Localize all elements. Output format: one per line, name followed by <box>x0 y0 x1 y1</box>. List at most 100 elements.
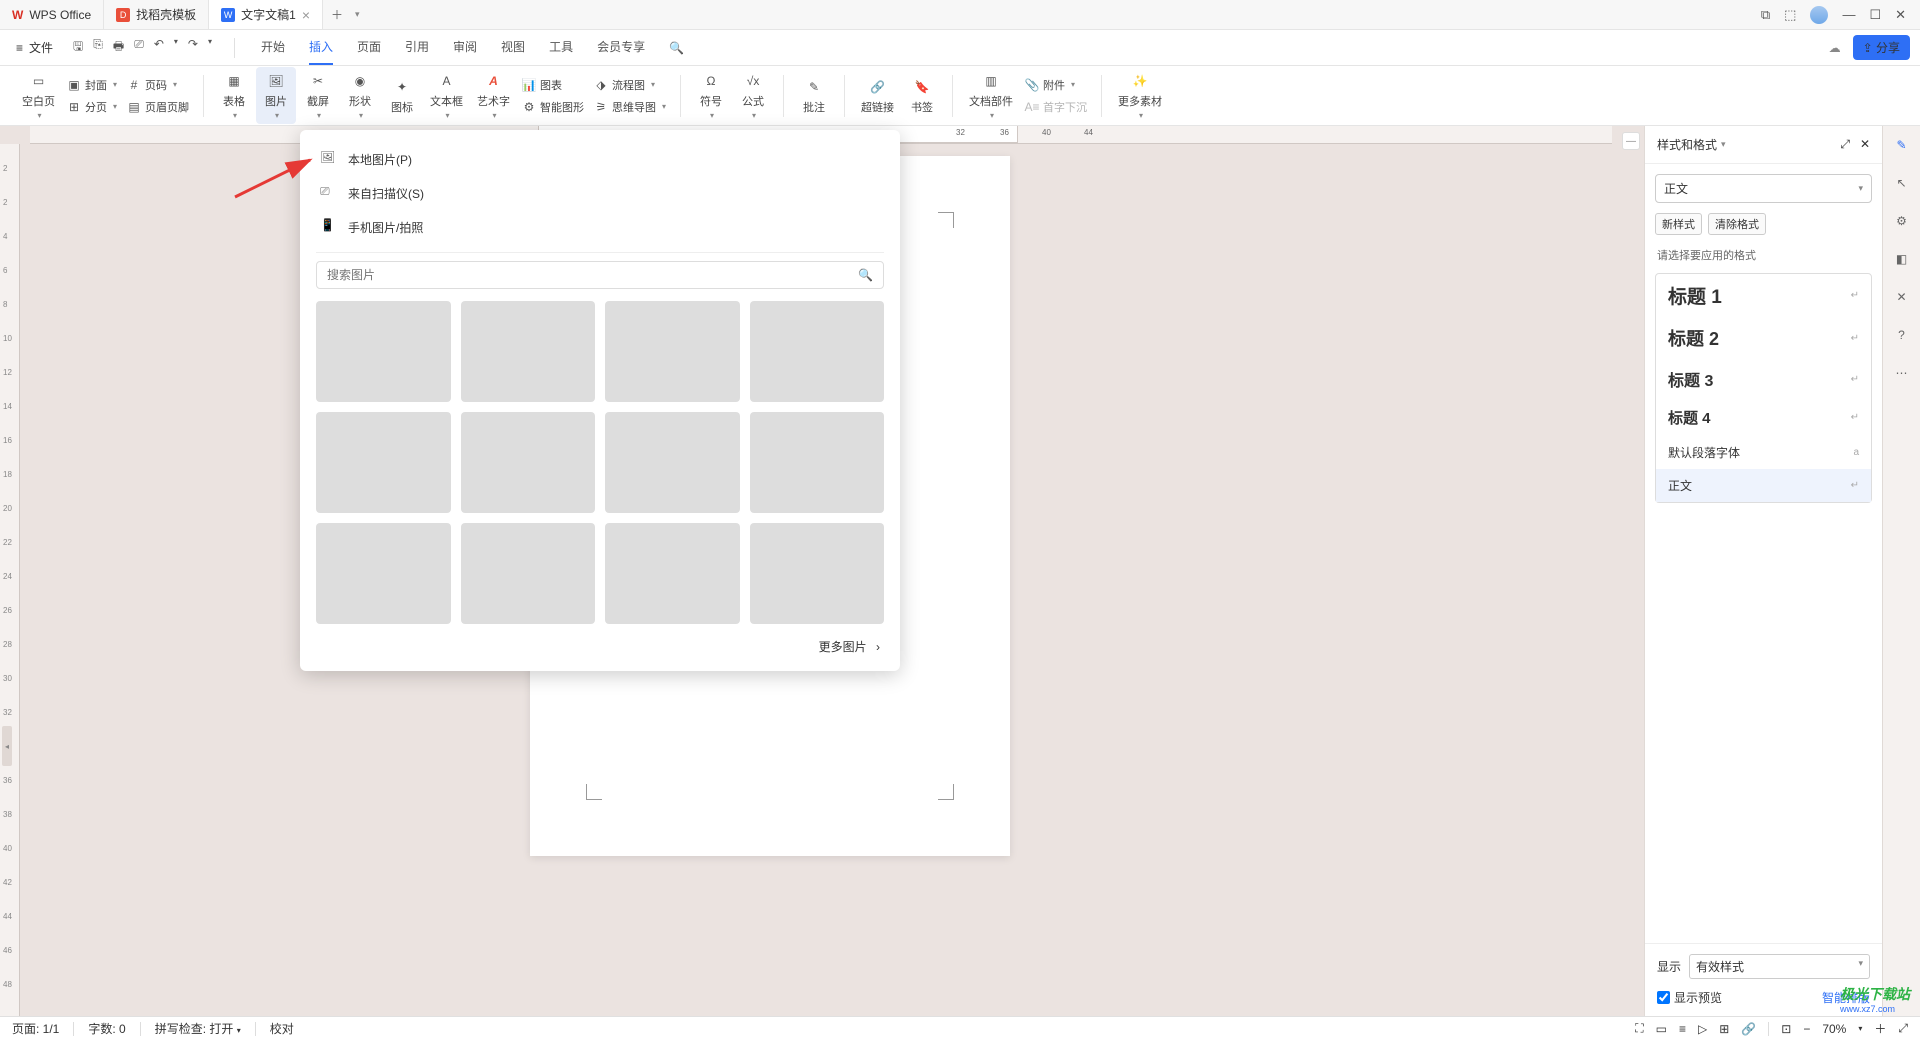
local-image-item[interactable]: 🖼 本地图片(P) <box>300 142 900 176</box>
collapse-left-handle[interactable]: ◂ <box>2 726 12 766</box>
new-tab-button[interactable]: ＋ <box>323 6 351 23</box>
shape-button[interactable]: ◉形状▾ <box>340 67 380 124</box>
image-button[interactable]: 🖼图片▾ <box>256 67 296 124</box>
section-button[interactable]: ⊞分页▾ <box>63 97 121 117</box>
close-tab-icon[interactable]: × <box>302 7 310 23</box>
close-panel-icon[interactable]: ✕ <box>1860 137 1870 152</box>
share-button[interactable]: ⇪ 分享 <box>1853 35 1910 60</box>
style-heading2[interactable]: 标题 2↵ <box>1656 317 1871 359</box>
style-body[interactable]: 正文↵ <box>1656 469 1871 502</box>
image-thumb[interactable] <box>605 301 740 402</box>
view-outline-icon[interactable]: ≡ <box>1679 1022 1686 1036</box>
expand-icon[interactable]: ⤢ <box>1898 1021 1908 1036</box>
layers-tool-icon[interactable]: ◧ <box>1891 248 1913 270</box>
image-thumb[interactable] <box>461 412 596 513</box>
image-thumb[interactable] <box>316 412 451 513</box>
tab-reference[interactable]: 引用 <box>405 30 429 65</box>
current-style-select[interactable]: 正文 ▾ <box>1655 174 1872 203</box>
icon-button[interactable]: ✦图标 <box>382 73 422 119</box>
zoom-caret[interactable]: ▾ <box>1858 1024 1862 1033</box>
template-tab[interactable]: D 找稻壳模板 <box>104 0 209 29</box>
tab-page[interactable]: 页面 <box>357 30 381 65</box>
image-thumb[interactable] <box>750 301 885 402</box>
status-spellcheck[interactable]: 拼写检查: 打开 ▾ <box>155 1020 241 1037</box>
settings-tool-icon[interactable]: ⚙ <box>1891 210 1913 232</box>
window-pip-icon[interactable]: ⧉ <box>1761 7 1770 23</box>
search-icon[interactable]: 🔍 <box>669 41 684 55</box>
image-thumb[interactable] <box>750 412 885 513</box>
image-thumb[interactable] <box>316 523 451 624</box>
scanner-item[interactable]: ⎚ 来自扫描仪(S) <box>300 176 900 210</box>
tab-start[interactable]: 开始 <box>261 30 285 65</box>
header-button[interactable]: ▤页眉页脚 <box>123 97 193 117</box>
view-fullscreen-icon[interactable]: ⛶ <box>1635 1021 1643 1036</box>
help-icon[interactable]: ? <box>1891 324 1913 346</box>
save-icon[interactable]: 🖫 <box>73 37 83 58</box>
dropcap-button[interactable]: A≡首字下沉 <box>1021 97 1091 117</box>
image-thumb[interactable] <box>316 301 451 402</box>
image-search-input[interactable] <box>327 268 858 282</box>
app-tab[interactable]: W WPS Office <box>0 0 104 29</box>
tab-view[interactable]: 视图 <box>501 30 525 65</box>
blank-page-button[interactable]: ▭空白页▾ <box>16 67 61 124</box>
wordart-button[interactable]: A艺术字▾ <box>471 67 516 124</box>
collapse-panel-button[interactable]: — <box>1622 132 1640 150</box>
cover-button[interactable]: ▣封面▾ <box>63 75 121 95</box>
image-thumb[interactable] <box>750 523 885 624</box>
screenshot-button[interactable]: ✂截屏▾ <box>298 67 338 124</box>
zoom-out-icon[interactable]: − <box>1803 1022 1810 1036</box>
vertical-ruler[interactable]: 2246810121416182022242628303234363840424… <box>0 144 20 1016</box>
view-read-icon[interactable]: ▷ <box>1698 1022 1707 1036</box>
tab-menu-caret[interactable]: ▾ <box>355 9 360 20</box>
pagenum-button[interactable]: #页码▾ <box>123 75 193 95</box>
scan-icon[interactable]: ⎚ <box>134 37 144 58</box>
undo-caret[interactable]: ▾ <box>174 37 178 58</box>
view-page-icon[interactable]: ▭ <box>1656 1022 1667 1036</box>
mindmap-button[interactable]: ⚞思维导图▾ <box>590 97 670 117</box>
close-window-icon[interactable]: ✕ <box>1895 7 1906 23</box>
show-select[interactable]: 有效样式 ▾ <box>1689 954 1870 979</box>
pin-icon[interactable]: ⤢ <box>1840 137 1850 152</box>
document-tab[interactable]: W 文字文稿1 × <box>209 0 323 29</box>
equation-button[interactable]: √x公式▾ <box>733 67 773 124</box>
image-thumb[interactable] <box>461 523 596 624</box>
tab-member[interactable]: 会员专享 <box>597 30 645 65</box>
more-images-link[interactable]: 更多图片 › <box>300 624 900 659</box>
file-menu[interactable]: ≡ 文件 <box>10 39 59 56</box>
bookmark-button[interactable]: 🔖书签 <box>902 73 942 119</box>
smartart-button[interactable]: ⚙智能图形 <box>518 97 588 117</box>
image-thumb[interactable] <box>461 301 596 402</box>
select-tool-icon[interactable]: ↖ <box>1891 172 1913 194</box>
cloud-icon[interactable]: ☁ <box>1829 41 1841 55</box>
tab-insert[interactable]: 插入 <box>309 30 333 65</box>
view-web-icon[interactable]: ⊞ <box>1719 1022 1729 1036</box>
hyperlink-button[interactable]: 🔗超链接 <box>855 73 900 119</box>
preview-checkbox-input[interactable] <box>1657 991 1670 1004</box>
flowchart-button[interactable]: ⬗流程图▾ <box>590 75 670 95</box>
zoom-in-icon[interactable]: ＋ <box>1874 1020 1886 1037</box>
style-heading3[interactable]: 标题 3↵ <box>1656 359 1871 399</box>
print-preview-icon[interactable]: ⎘ <box>93 37 103 58</box>
search-icon[interactable]: 🔍 <box>858 268 873 282</box>
styles-tab-icon[interactable]: ✎ <box>1891 134 1913 156</box>
style-heading1[interactable]: 标题 1↵ <box>1656 274 1871 317</box>
new-style-button[interactable]: 新样式 <box>1655 213 1702 235</box>
image-search[interactable]: 🔍 <box>316 261 884 289</box>
style-default-font[interactable]: 默认段落字体a <box>1656 436 1871 469</box>
tab-review[interactable]: 审阅 <box>453 30 477 65</box>
docparts-button[interactable]: ▥文档部件▾ <box>963 67 1019 124</box>
image-thumb[interactable] <box>605 523 740 624</box>
phone-item[interactable]: 📱 手机图片/拍照 <box>300 210 900 244</box>
status-page[interactable]: 页面: 1/1 <box>12 1020 59 1037</box>
symbol-button[interactable]: Ω符号▾ <box>691 67 731 124</box>
clear-format-button[interactable]: 清除格式 <box>1708 213 1766 235</box>
preview-checkbox[interactable]: 显示预览 <box>1657 989 1722 1006</box>
chart-button[interactable]: 📊图表 <box>518 75 588 95</box>
print-icon[interactable]: 🖶 <box>113 37 124 58</box>
chevron-down-icon[interactable]: ▾ <box>1721 139 1726 150</box>
table-button[interactable]: ▦表格▾ <box>214 67 254 124</box>
minimize-icon[interactable]: — <box>1842 7 1855 22</box>
textbox-button[interactable]: A文本框▾ <box>424 67 469 124</box>
comment-button[interactable]: ✎批注 <box>794 73 834 119</box>
redo-caret[interactable]: ▾ <box>208 37 212 58</box>
